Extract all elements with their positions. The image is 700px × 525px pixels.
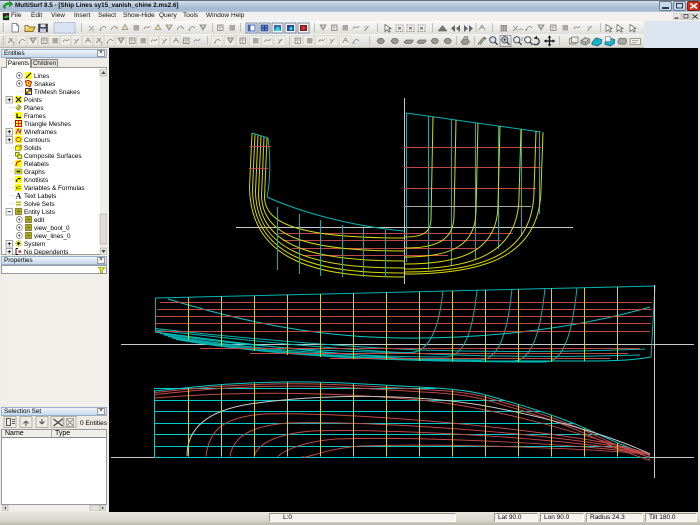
svg-text:A: A: [16, 192, 22, 201]
svg-text:view_bool_0: view_bool_0: [34, 225, 70, 232]
svg-text:Relabels: Relabels: [24, 161, 49, 168]
svg-text:,: ,: [94, 29, 95, 34]
svg-text:Solids: Solids: [24, 145, 41, 152]
svg-text:TriMesh Snakes: TriMesh Snakes: [34, 89, 80, 96]
svg-text:Knotlists: Knotlists: [24, 177, 48, 184]
svg-text:Text Labels: Text Labels: [24, 193, 56, 200]
svg-text:Lines: Lines: [34, 73, 49, 80]
svg-text:Wireframes: Wireframes: [24, 129, 57, 136]
svg-text:Points: Points: [24, 97, 42, 104]
svg-text:Frames: Frames: [24, 113, 46, 120]
svg-text:0 Entities: 0 Entities: [80, 420, 107, 427]
svg-text:y: y: [13, 41, 15, 46]
svg-text:Entity Lists: Entity Lists: [24, 209, 55, 216]
svg-text:Contours: Contours: [24, 137, 50, 144]
svg-text:Composite Surfaces: Composite Surfaces: [24, 153, 82, 160]
svg-text:Triangle Meshes: Triangle Meshes: [24, 121, 71, 128]
svg-text:Graphs: Graphs: [24, 169, 45, 176]
svg-text:Planes: Planes: [24, 105, 44, 112]
svg-text:Solve Sets: Solve Sets: [24, 201, 55, 208]
svg-text:view_lines_0: view_lines_0: [34, 233, 71, 240]
svg-text:y: y: [101, 41, 103, 46]
svg-text:Variables & Formulas: Variables & Formulas: [24, 185, 85, 192]
svg-text:System: System: [24, 241, 45, 248]
svg-text:Snakes: Snakes: [34, 81, 55, 88]
svg-text:edit: edit: [34, 217, 45, 224]
svg-text:No Dependents: No Dependents: [24, 249, 68, 255]
